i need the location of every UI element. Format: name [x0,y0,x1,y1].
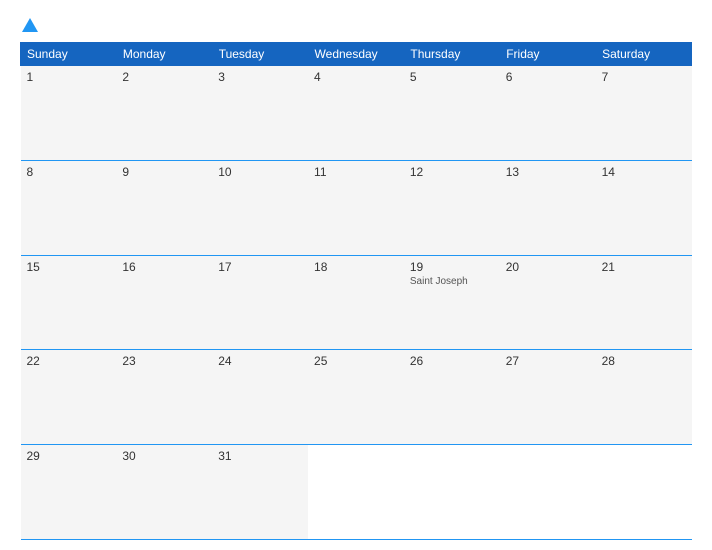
day-number: 31 [218,449,302,463]
day-number: 27 [506,354,590,368]
calendar-cell: 14 [596,160,692,255]
day-number: 28 [602,354,686,368]
calendar-cell: 19 Saint Joseph [404,255,500,350]
calendar-cell: 29 [21,445,117,540]
logo-triangle-icon [22,18,38,32]
col-header-tuesday: Tuesday [212,43,308,66]
calendar-week-5: 29 30 31 [21,445,692,540]
calendar-cell: 1 [21,66,117,161]
col-header-wednesday: Wednesday [308,43,404,66]
calendar-cell: 12 [404,160,500,255]
day-number: 20 [506,260,590,274]
col-header-sunday: Sunday [21,43,117,66]
calendar-cell: 24 [212,350,308,445]
day-number: 14 [602,165,686,179]
day-number: 8 [27,165,111,179]
calendar-cell: 31 [212,445,308,540]
day-number: 1 [27,70,111,84]
calendar-cell: 26 [404,350,500,445]
calendar-week-4: 22 23 24 25 26 27 28 [21,350,692,445]
day-number: 6 [506,70,590,84]
day-number: 26 [410,354,494,368]
day-number: 25 [314,354,398,368]
day-number: 9 [122,165,206,179]
calendar-header [20,10,692,36]
day-number: 12 [410,165,494,179]
calendar-cell: 8 [21,160,117,255]
day-number: 13 [506,165,590,179]
day-number: 29 [27,449,111,463]
calendar-cell: 28 [596,350,692,445]
day-number: 23 [122,354,206,368]
day-number: 16 [122,260,206,274]
calendar-cell: 21 [596,255,692,350]
calendar-cell: 17 [212,255,308,350]
calendar-cell: 2 [116,66,212,161]
day-number: 21 [602,260,686,274]
day-number: 15 [27,260,111,274]
calendar-cell: 20 [500,255,596,350]
day-number: 11 [314,165,398,179]
calendar-cell: 7 [596,66,692,161]
day-number: 24 [218,354,302,368]
col-header-thursday: Thursday [404,43,500,66]
logo [20,18,38,32]
day-number: 17 [218,260,302,274]
day-number: 3 [218,70,302,84]
calendar-cell: 3 [212,66,308,161]
calendar-cell: 9 [116,160,212,255]
col-header-saturday: Saturday [596,43,692,66]
calendar-week-3: 15 16 17 18 19 Saint Joseph 20 21 [21,255,692,350]
calendar-cell: 13 [500,160,596,255]
calendar-table: SundayMondayTuesdayWednesdayThursdayFrid… [20,42,692,540]
calendar-cell [308,445,404,540]
day-number: 2 [122,70,206,84]
col-header-monday: Monday [116,43,212,66]
calendar-cell [596,445,692,540]
calendar-header-row: SundayMondayTuesdayWednesdayThursdayFrid… [21,43,692,66]
calendar-cell: 10 [212,160,308,255]
calendar-cell [500,445,596,540]
calendar-cell: 5 [404,66,500,161]
day-number: 7 [602,70,686,84]
col-header-friday: Friday [500,43,596,66]
day-number: 4 [314,70,398,84]
day-number: 5 [410,70,494,84]
day-number: 10 [218,165,302,179]
calendar-cell: 22 [21,350,117,445]
day-number: 18 [314,260,398,274]
calendar-cell: 18 [308,255,404,350]
calendar-cell: 16 [116,255,212,350]
holiday-label: Saint Joseph [410,276,494,287]
calendar-week-2: 89 10 11 12 13 14 [21,160,692,255]
day-number: 19 [410,260,494,274]
day-number: 22 [27,354,111,368]
calendar-cell: 6 [500,66,596,161]
calendar-cell: 30 [116,445,212,540]
calendar-week-1: 1234567 [21,66,692,161]
calendar-cell: 25 [308,350,404,445]
day-number: 30 [122,449,206,463]
calendar-cell [404,445,500,540]
calendar-cell: 4 [308,66,404,161]
calendar-cell: 23 [116,350,212,445]
calendar-cell: 27 [500,350,596,445]
calendar-cell: 15 [21,255,117,350]
calendar-cell: 11 [308,160,404,255]
